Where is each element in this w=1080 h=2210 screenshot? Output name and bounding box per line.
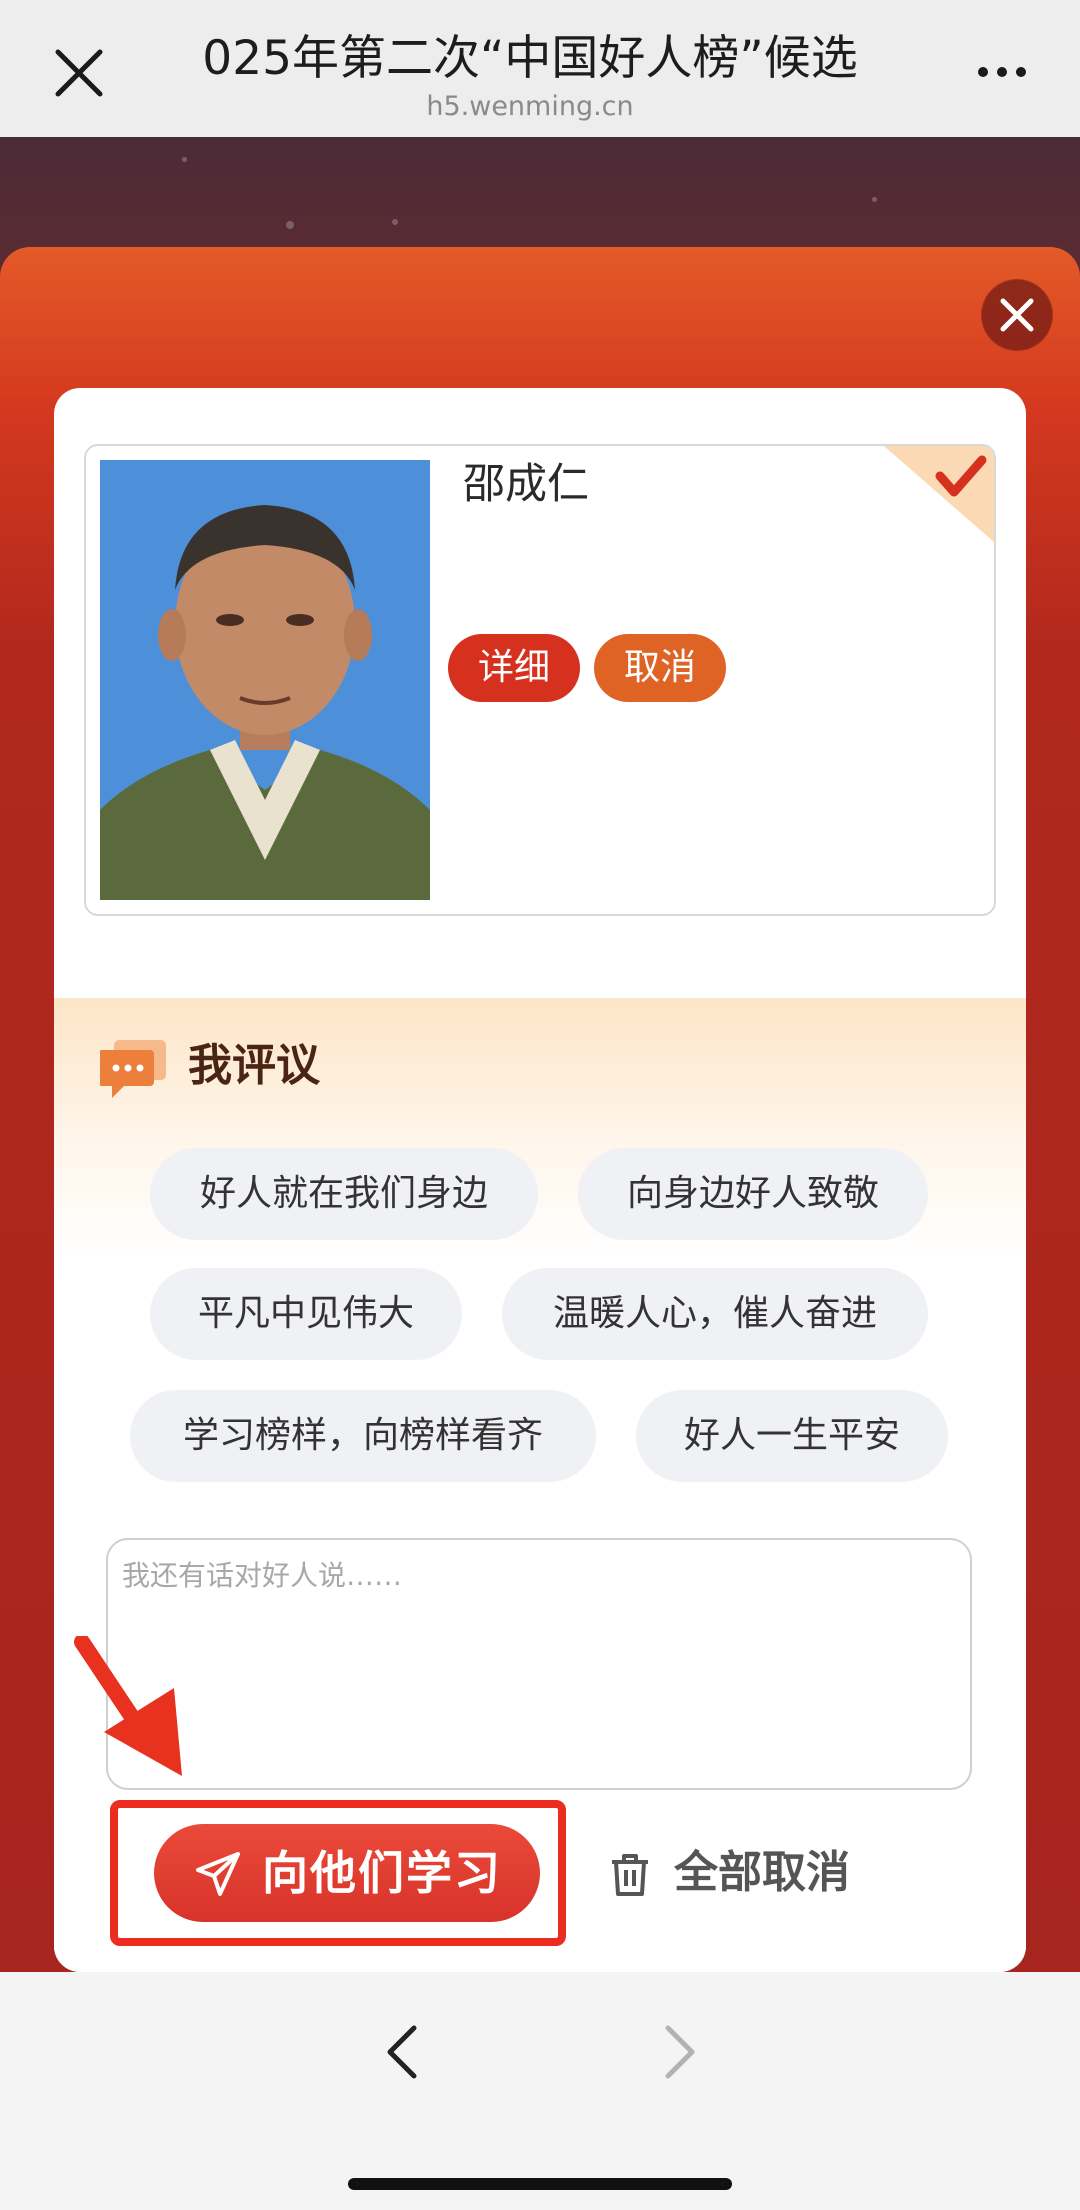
browser-top-bar: 025年第二次“中国好人榜”候选 h5.wenming.cn [0, 0, 1080, 137]
send-icon [196, 1852, 240, 1896]
comment-section: 我评议 好人就在我们身边 向身边好人致敬 平凡中见伟大 温暖人心，催人奋进 学习… [54, 998, 1026, 1972]
comment-tag[interactable]: 好人就在我们身边 [150, 1148, 538, 1240]
comment-input-placeholder: 我还有话对好人说…… [122, 1559, 403, 1592]
learn-from-them-label: 向他们学习 [262, 1846, 502, 1900]
more-icon[interactable] [975, 60, 1029, 84]
comment-input[interactable]: 我还有话对好人说…… [106, 1538, 972, 1790]
page-domain: h5.wenming.cn [426, 91, 634, 122]
candidate-photo [100, 460, 430, 900]
trash-icon [612, 1854, 648, 1896]
learn-from-them-button[interactable]: 向他们学习 [154, 1824, 540, 1922]
cancel-button[interactable]: 取消 [594, 634, 726, 702]
sparkle-decoration [286, 221, 294, 229]
candidate-name: 邵成仁 [463, 459, 590, 508]
content-card: 邵成仁 详细 取消 我评议 好人就在我们身边 向身边好人致敬 平凡中见伟大 温暖… [54, 388, 1026, 1972]
checkmark-icon [884, 446, 994, 542]
panel-close-icon[interactable] [981, 279, 1053, 351]
cancel-all-label: 全部取消 [674, 1847, 850, 1898]
comment-icon [100, 1040, 166, 1098]
comment-tag[interactable]: 学习榜样，向榜样看齐 [130, 1390, 596, 1482]
home-indicator [348, 2178, 732, 2190]
back-icon[interactable] [382, 2022, 422, 2082]
forward-icon[interactable] [660, 2022, 700, 2082]
comment-tag[interactable]: 好人一生平安 [636, 1390, 948, 1482]
comment-tag[interactable]: 向身边好人致敬 [578, 1148, 928, 1240]
arrow-annotation-icon [74, 1636, 182, 1776]
browser-bottom-bar [0, 1972, 1080, 2210]
sparkle-decoration [182, 157, 187, 162]
comment-title: 我评议 [188, 1040, 320, 1091]
candidate-card: 邵成仁 详细 取消 [84, 444, 996, 916]
close-icon[interactable] [50, 44, 108, 102]
comment-tag[interactable]: 平凡中见伟大 [150, 1268, 462, 1360]
comment-tag[interactable]: 温暖人心，催人奋进 [502, 1268, 928, 1360]
sparkle-decoration [872, 197, 877, 202]
page-title: 025年第二次“中国好人榜”候选 [202, 31, 858, 86]
sparkle-decoration [392, 219, 398, 225]
page-title-area: 025年第二次“中国好人榜”候选 h5.wenming.cn [150, 26, 910, 124]
detail-button[interactable]: 详细 [448, 634, 580, 702]
